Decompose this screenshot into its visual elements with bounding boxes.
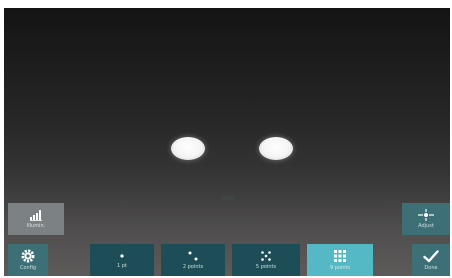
five-dots-icon — [260, 250, 272, 262]
gear-icon — [21, 249, 35, 263]
config-button-label: Config — [19, 265, 37, 271]
tab-9-points[interactable]: 9 points — [307, 244, 373, 276]
adjust-button-label: Adjust — [418, 223, 434, 229]
adjust-button[interactable]: Adjust — [402, 203, 450, 235]
nine-dots-icon — [333, 249, 347, 263]
tab-5-points[interactable]: 5 points — [232, 244, 300, 276]
preview-faint-label: 0000 — [221, 196, 235, 202]
tab-2-points[interactable]: 2 points — [161, 244, 225, 276]
brightness-bars-icon — [29, 209, 43, 221]
crosshair-icon — [418, 209, 434, 221]
camera-preview: 0000 Illumin. Config 1 pt 2 points 5 poi… — [4, 8, 450, 276]
light-spot-left — [171, 137, 205, 160]
illumination-button[interactable]: Illumin. — [8, 203, 64, 235]
done-button[interactable]: Done — [412, 244, 450, 276]
done-button-label: Done — [424, 264, 438, 271]
tab-2-points-label: 2 points — [182, 264, 204, 270]
tab-1-point-label: 1 pt — [117, 263, 127, 269]
config-button[interactable]: Config — [8, 244, 48, 276]
single-dot-icon — [117, 251, 127, 261]
tab-5-points-label: 5 points — [255, 264, 277, 270]
illumination-button-label: Illumin. — [26, 223, 46, 229]
checkmark-icon — [423, 249, 439, 263]
tab-9-points-label: 9 points — [329, 265, 351, 271]
tab-1-point[interactable]: 1 pt — [90, 244, 154, 276]
light-spot-right — [259, 137, 293, 160]
two-dots-icon — [187, 250, 199, 262]
